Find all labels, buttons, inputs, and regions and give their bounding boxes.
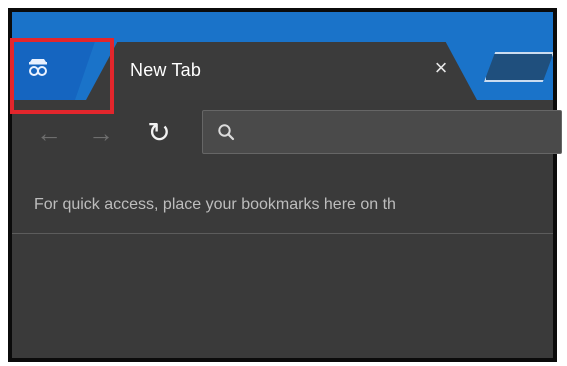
new-tab-icon[interactable] — [484, 52, 553, 82]
tab-new-tab[interactable]: New Tab × — [86, 42, 477, 100]
browser-window-frame: New Tab × ← → ↻ For quick access, place … — [8, 8, 562, 362]
incognito-icon — [29, 59, 47, 76]
toolbar: ← → ↻ — [12, 100, 562, 172]
incognito-area — [12, 42, 95, 100]
tab-title: New Tab — [130, 60, 202, 80]
tab-strip: New Tab × — [12, 12, 553, 100]
page-content — [12, 234, 553, 358]
reload-icon[interactable]: ↻ — [144, 118, 174, 148]
forward-arrow-icon[interactable]: → — [86, 118, 116, 148]
search-input[interactable] — [245, 119, 549, 147]
bookmarks-bar: For quick access, place your bookmarks h… — [12, 172, 553, 234]
search-icon — [218, 124, 235, 141]
address-bar[interactable] — [202, 110, 562, 154]
close-icon[interactable]: × — [429, 56, 453, 80]
bookmarks-hint-text: For quick access, place your bookmarks h… — [34, 196, 396, 213]
back-arrow-icon[interactable]: ← — [34, 118, 64, 148]
